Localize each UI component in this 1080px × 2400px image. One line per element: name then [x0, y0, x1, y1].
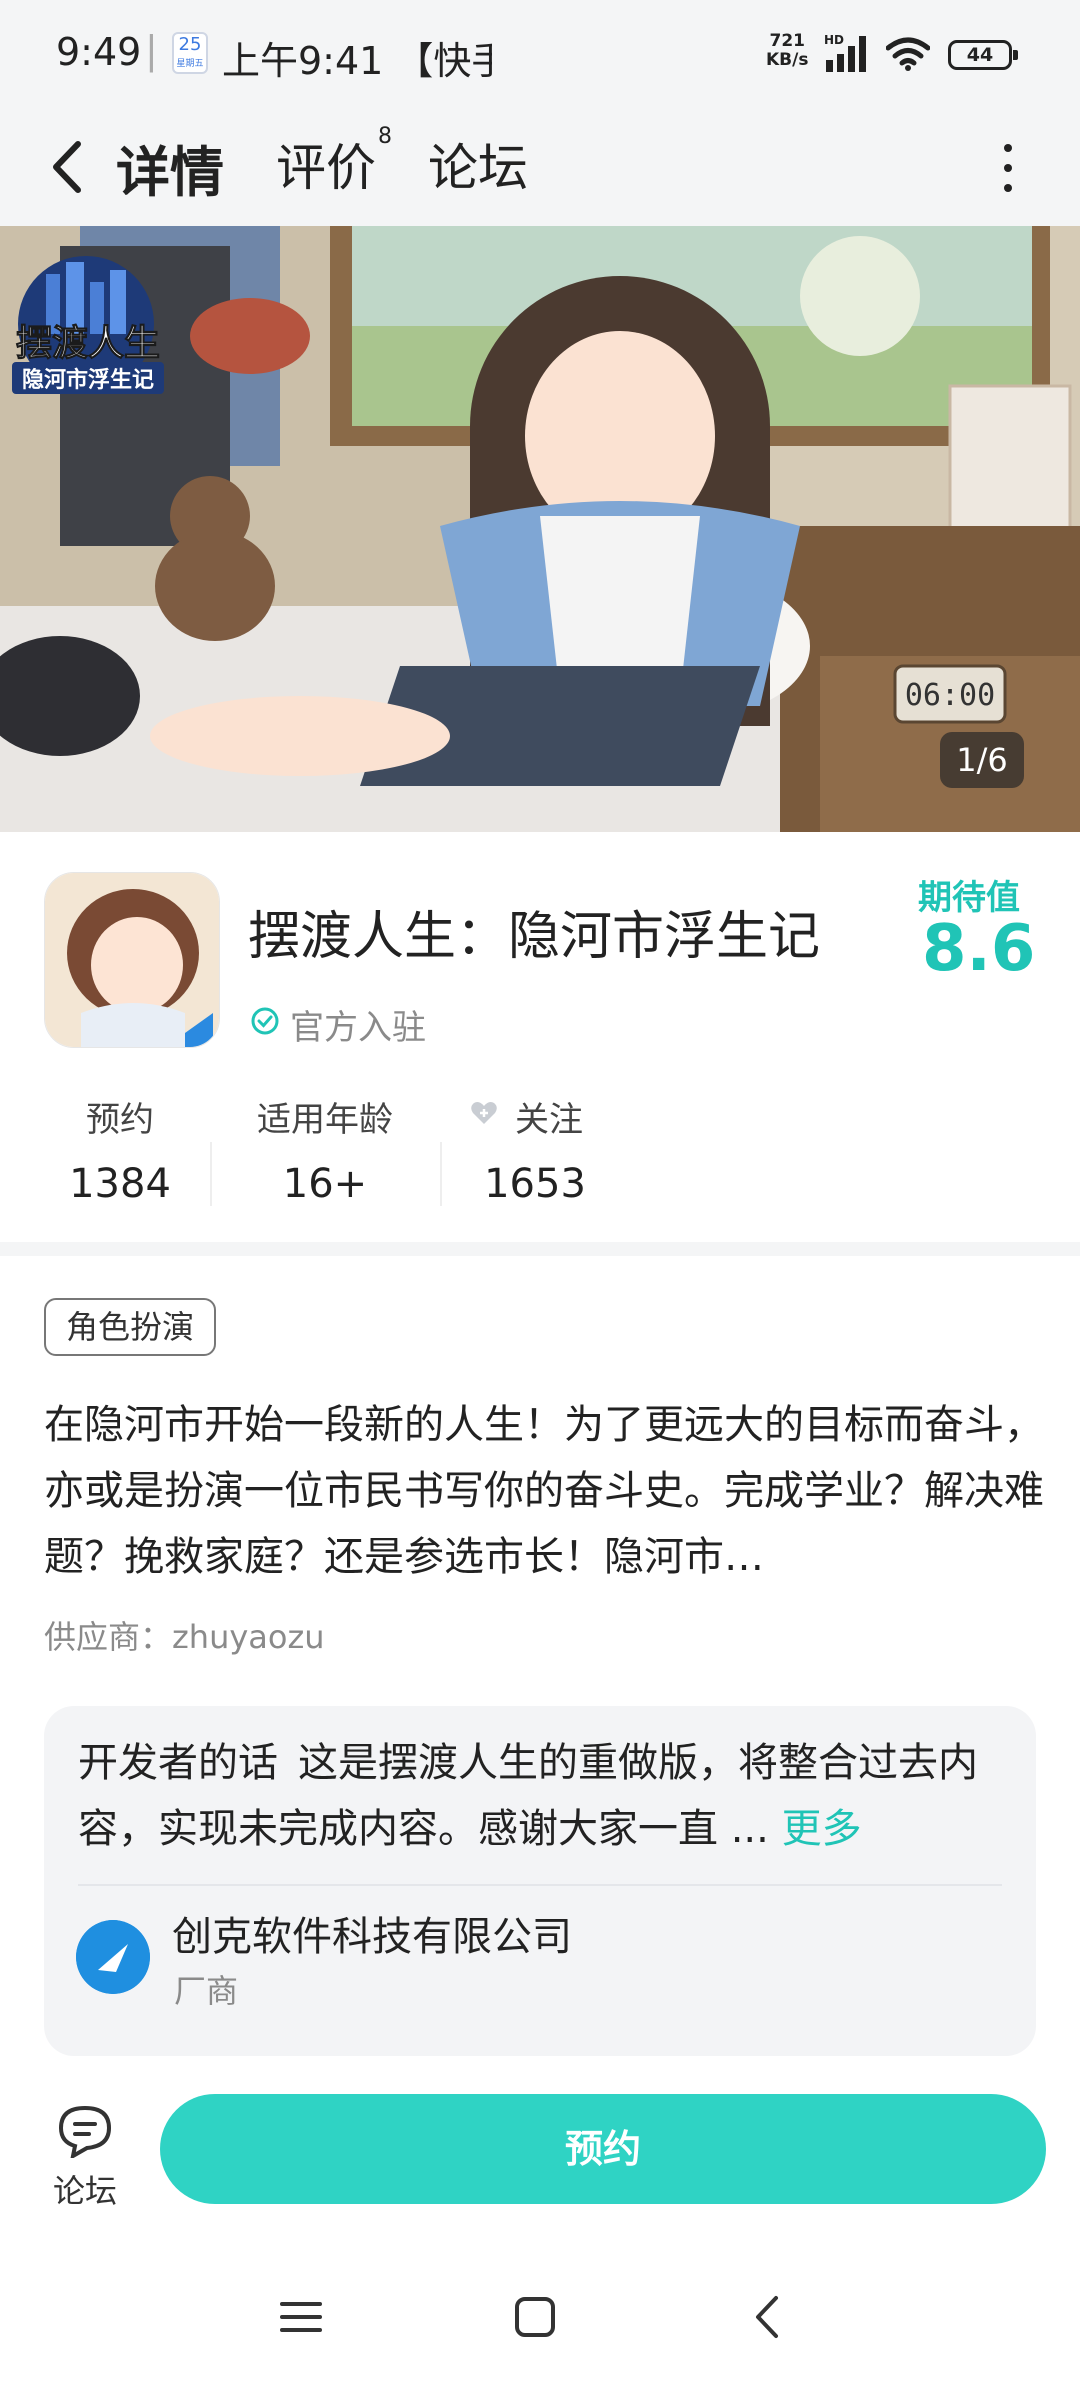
network-speed-value: 721	[769, 31, 805, 51]
section-divider	[0, 1242, 1080, 1256]
screenshot-carousel[interactable]: 06:00 摆渡人生 隐河市浮生记 1/6	[0, 226, 1080, 832]
calendar-day: 25	[178, 34, 202, 55]
tab-forum[interactable]: 论坛	[428, 128, 528, 200]
heart-plus-icon	[471, 1102, 497, 1124]
menu-icon[interactable]	[266, 2282, 336, 2352]
back-arrow-icon[interactable]	[44, 132, 92, 202]
game-info: 摆渡人生：隐河市浮生记 官方入驻 期待值 8.6 预约 1384 适用年龄 16…	[0, 832, 1080, 1242]
game-stats: 预约 1384 适用年龄 16+ 关注 1653	[0, 1092, 1080, 1242]
bottom-action-bar: 论坛 预约	[0, 2056, 1080, 2246]
more-link[interactable]: 更多	[782, 1806, 862, 1852]
game-app-icon	[44, 872, 220, 1048]
game-description[interactable]: 在隐河市开始一段新的人生！为了更远大的目标而奋斗，亦或是扮演一位市民书写你的奋斗…	[44, 1392, 1044, 1590]
verified-label: 官方入驻	[290, 1008, 426, 1048]
wifi-icon	[886, 37, 930, 71]
forum-chat-icon	[58, 2105, 112, 2158]
forum-button[interactable]: 论坛	[40, 2102, 130, 2222]
battery-icon: 44	[948, 40, 1018, 70]
stat-reservations: 预约 1384	[50, 1092, 190, 1207]
tab-detail-label: 详情	[116, 141, 224, 204]
back-icon[interactable]	[734, 2282, 804, 2352]
game-logo-badge: 摆渡人生 隐河市浮生记	[6, 254, 166, 394]
developer-card: 开发者的话 这是摆渡人生的重做版，将整合过去内容，实现未完成内容。感谢大家一直 .…	[44, 1706, 1036, 2056]
network-speed-unit: KB/s	[766, 50, 809, 70]
reserve-button[interactable]: 预约	[160, 2094, 1046, 2204]
tab-review[interactable]: 评价8	[276, 124, 392, 200]
forum-label: 论坛	[52, 2172, 117, 2210]
stat-label: 关注	[515, 1100, 583, 1140]
image-counter: 1/6	[940, 732, 1024, 788]
review-count-badge: 8	[378, 124, 392, 150]
stat-followers[interactable]: 关注 1653	[470, 1092, 600, 1207]
company-logo-icon[interactable]	[76, 1920, 150, 1994]
developer-note-label: 开发者的话	[78, 1740, 278, 1786]
tab-review-label: 评价	[276, 139, 376, 197]
hd-label: HD	[824, 33, 844, 47]
tab-detail[interactable]: 详情	[116, 128, 228, 209]
genre-tag[interactable]: 角色扮演	[44, 1298, 217, 1356]
card-divider	[78, 1884, 1002, 1886]
supplier-label: 供应商：zhuyaozu	[44, 1618, 325, 1656]
calendar-sub: 星期五	[176, 59, 204, 69]
stat-label-row: 关注	[470, 1092, 600, 1141]
game-app-icon-art	[45, 873, 219, 1047]
company-name[interactable]: 创克软件科技有限公司	[172, 1904, 572, 1962]
status-bar: 9:49 | 25 星期五 上午9:41 【快手 721 KB/s HD 44	[0, 0, 1080, 108]
system-navigation-bar	[0, 2246, 1080, 2400]
network-speed: 721 KB/s	[766, 32, 808, 70]
more-vertical-icon[interactable]	[996, 138, 1020, 198]
expectation-score: 8.6	[922, 912, 1036, 986]
stat-label: 适用年龄	[257, 1100, 393, 1140]
stat-age-rating: 适用年龄 16+	[240, 1092, 410, 1207]
developer-note[interactable]: 开发者的话 这是摆渡人生的重做版，将整合过去内容，实现未完成内容。感谢大家一直 .…	[78, 1730, 998, 1862]
stat-value: 16+	[282, 1161, 368, 1207]
notification-text: 上午9:41 【快手	[222, 39, 492, 83]
top-navigation: 详情 评价8 论坛	[0, 108, 1080, 226]
game-description-section: 角色扮演 在隐河市开始一段新的人生！为了更远大的目标而奋斗，亦或是扮演一位市民书…	[0, 1256, 1080, 2056]
logo-title: 摆渡人生	[15, 323, 160, 365]
stat-divider	[440, 1142, 442, 1206]
tab-forum-label: 论坛	[428, 139, 528, 197]
company-role: 厂商	[174, 1972, 239, 2010]
stat-divider	[210, 1142, 212, 1206]
status-time: 9:49	[56, 30, 142, 74]
signal-icon: HD	[824, 33, 866, 72]
home-icon[interactable]	[500, 2282, 570, 2352]
game-title: 摆渡人生：隐河市浮生记	[248, 907, 821, 967]
banner-clock-text: 06:00	[905, 678, 995, 713]
stat-value: 1653	[484, 1161, 586, 1207]
verified-check-icon	[251, 1007, 279, 1035]
stat-label: 预约	[86, 1100, 154, 1140]
status-separator: |	[145, 28, 158, 72]
stat-value: 1384	[69, 1161, 171, 1207]
calendar-icon: 25 星期五	[172, 32, 208, 74]
logo-subtitle: 隐河市浮生记	[12, 362, 164, 394]
